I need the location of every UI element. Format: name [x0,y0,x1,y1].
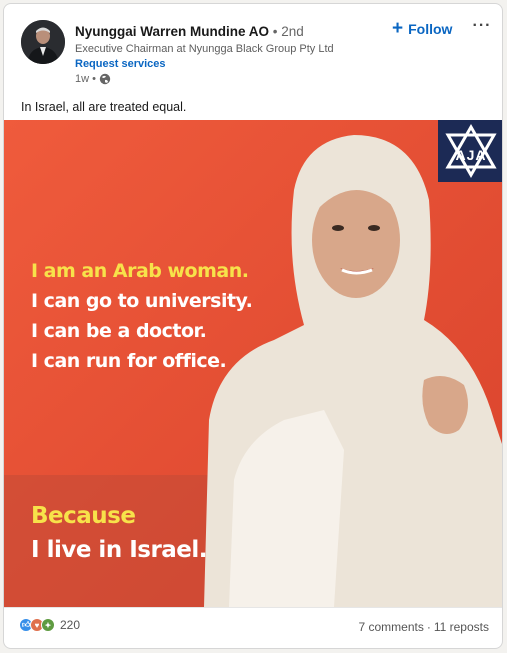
post-body-text: In Israel, all are treated equal. [21,100,187,114]
connection-degree: • 2nd [272,24,304,39]
post-time: 1w • [75,73,96,85]
post-image[interactable]: AJA I am an Arab woman. I can go to univ… [4,120,502,607]
globe-icon [99,73,111,85]
image-text-line-3: I can be a doctor. [31,320,207,342]
reactions-summary[interactable]: 👍︎ ♥ ✦ 220 [19,618,80,632]
separator: · [426,620,431,634]
feed-post-card: Nyunggai Warren Mundine AO • 2nd Executi… [3,3,503,649]
image-text-line-6: I live in Israel. [31,537,208,563]
request-services-link[interactable]: Request services [75,58,166,70]
more-options-icon[interactable]: ··· [470,14,494,38]
reaction-count[interactable]: 220 [60,618,80,632]
image-text-line-5: Because [31,503,136,529]
plus-icon: + [392,18,404,39]
author-name-line[interactable]: Nyunggai Warren Mundine AO • 2nd [75,24,304,39]
insightful-icon: ✦ [41,618,55,632]
follow-button[interactable]: + Follow [392,18,452,40]
aja-logo: AJA [438,120,502,182]
avatar-portrait-icon [21,20,65,64]
post-header: Nyunggai Warren Mundine AO • 2nd Executi… [4,4,502,96]
follow-label: Follow [408,21,453,37]
image-text-line-1: I am an Arab woman. [31,260,249,282]
comments-reposts: 7 comments · 11 reposts [358,620,489,634]
author-name[interactable]: Nyunggai Warren Mundine AO [75,24,269,39]
image-text-line-2: I can go to university. [31,290,253,312]
author-headline: Executive Chairman at Nyungga Black Grou… [75,43,334,55]
aja-logo-text: AJA [455,147,487,163]
comments-count[interactable]: 7 comments [358,620,423,634]
image-text-line-4: I can run for office. [31,350,227,372]
author-avatar[interactable] [21,20,65,64]
social-counts-bar: 👍︎ ♥ ✦ 220 7 comments · 11 reposts [4,607,502,647]
reposts-count[interactable]: 11 reposts [434,620,489,634]
post-meta: 1w • [75,73,111,85]
